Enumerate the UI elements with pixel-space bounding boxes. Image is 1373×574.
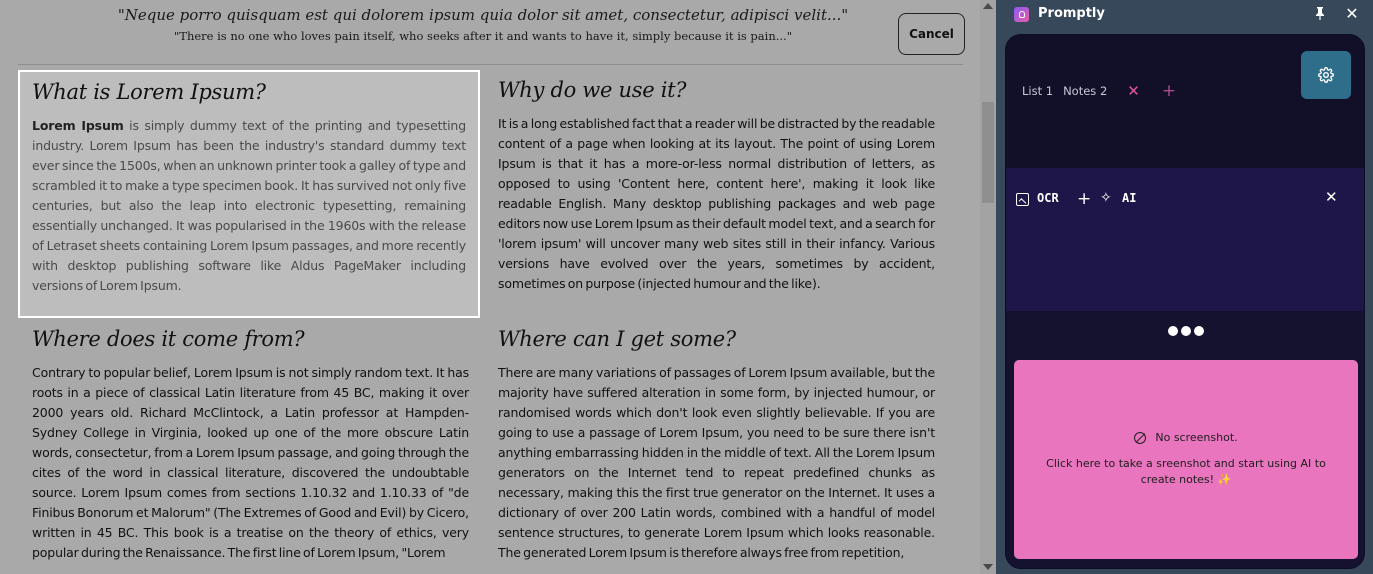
no-entry-icon <box>1134 431 1147 444</box>
section-body: Contrary to popular belief, Lorem Ipsum … <box>32 365 469 560</box>
section-body-text: is simply dummy text of the printing and… <box>32 118 466 293</box>
scrollbar-thumb[interactable] <box>982 102 994 203</box>
divider <box>18 64 963 65</box>
gear-icon <box>1318 67 1334 83</box>
section-heading: Where does it come from? <box>32 327 305 351</box>
section-what-is-lorem-ipsum[interactable]: What is Lorem Ipsum? Lorem Ipsum is simp… <box>18 70 480 318</box>
ai-button[interactable]: AI <box>1122 191 1136 205</box>
title-bar: Promptly ✕ <box>996 0 1373 30</box>
promptly-logo-icon <box>1014 7 1029 22</box>
section-where-get-some: Where can I get some? There are many var… <box>498 325 935 563</box>
cancel-button[interactable]: Cancel <box>898 13 965 55</box>
dot <box>1181 326 1191 336</box>
section-body: Lorem Ipsum is simply dummy text of the … <box>32 116 466 296</box>
notes-header: List 1 Notes 2 ✕ + <box>1006 35 1364 168</box>
take-screenshot-card[interactable]: No screenshot. Click here to take a sree… <box>1014 360 1358 559</box>
section-where-from: Where does it come from? Contrary to pop… <box>32 325 469 563</box>
pin-icon[interactable] <box>1312 6 1328 24</box>
bold-lead: Lorem Ipsum <box>32 118 124 133</box>
no-screenshot-status: No screenshot. <box>1014 431 1358 444</box>
ocr-button[interactable]: OCR <box>1037 191 1059 205</box>
sparkles-emoji: ✨ <box>1217 473 1232 486</box>
screenshot-cta: Click here to take a sreenshot and start… <box>1040 456 1332 488</box>
section-heading: Why do we use it? <box>498 78 687 102</box>
add-tab-icon[interactable]: + <box>1162 81 1176 101</box>
capture-toolbar: OCR + ✧ AI ✕ <box>1006 168 1364 311</box>
section-body: It is a long established fact that a rea… <box>498 116 935 291</box>
image-ocr-icon[interactable] <box>1016 193 1029 206</box>
cta-text: Click here to take a sreenshot and start… <box>1046 457 1326 486</box>
toolbar-close-icon[interactable]: ✕ <box>1325 188 1338 206</box>
tab-close-icon[interactable]: ✕ <box>1127 82 1140 100</box>
promptly-panel: Promptly ✕ List 1 Notes 2 ✕ + OCR + ✧ AI… <box>996 0 1373 574</box>
loading-dots <box>1006 311 1364 351</box>
section-body: There are many variations of passages of… <box>498 365 935 560</box>
section-why-use-it: Why do we use it? It is a long establish… <box>498 76 935 294</box>
webpage-content: "Neque porro quisquam est qui dolorem ip… <box>0 0 980 574</box>
plus-icon[interactable]: + <box>1077 189 1091 209</box>
close-icon[interactable]: ✕ <box>1343 5 1361 23</box>
tab-list-1[interactable]: List 1 <box>1022 84 1053 98</box>
vertical-scrollbar[interactable] <box>980 0 996 574</box>
app-window: List 1 Notes 2 ✕ + OCR + ✧ AI ✕ No scree… <box>1005 34 1365 569</box>
scroll-up-icon[interactable] <box>983 3 993 9</box>
sparkle-icon[interactable]: ✧ <box>1100 190 1112 206</box>
section-heading: Where can I get some? <box>498 327 736 351</box>
section-heading: What is Lorem Ipsum? <box>32 80 266 104</box>
no-screenshot-text: No screenshot. <box>1155 431 1238 444</box>
app-title: Promptly <box>1038 6 1105 21</box>
tab-bar: List 1 Notes 2 ✕ + <box>1022 81 1176 101</box>
latin-quote: "Neque porro quisquam est qui dolorem ip… <box>117 6 849 24</box>
settings-button[interactable] <box>1301 51 1351 99</box>
scroll-down-icon[interactable] <box>983 564 993 570</box>
english-quote: "There is no one who loves pain itself, … <box>173 29 792 43</box>
dot <box>1194 326 1204 336</box>
tab-notes-2[interactable]: Notes 2 <box>1063 84 1107 98</box>
dot <box>1168 326 1178 336</box>
